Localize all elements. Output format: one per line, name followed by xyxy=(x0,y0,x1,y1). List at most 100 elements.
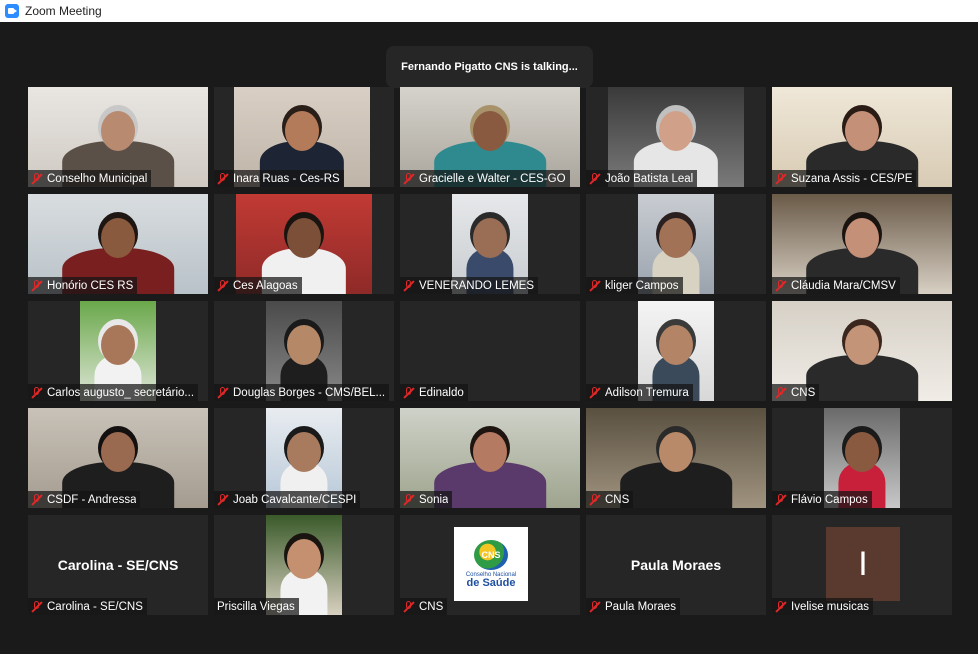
microphone-muted-icon xyxy=(217,386,229,399)
participant-nametag: Priscilla Viegas xyxy=(214,598,299,615)
participant-tile[interactable]: Douglas Borges - CMS/BEL... xyxy=(214,301,394,401)
participant-tile[interactable]: Paula Moraes Paula Moraes xyxy=(586,515,766,615)
microphone-muted-icon xyxy=(589,172,601,185)
participant-nametag: VENERANDO LEMES xyxy=(400,277,539,294)
participant-name: kliger Campos xyxy=(605,279,679,292)
participant-nametag: Sonia xyxy=(400,491,453,508)
participant-tile[interactable]: Adilson Tremura xyxy=(586,301,766,401)
participant-face xyxy=(287,325,321,365)
microphone-muted-icon xyxy=(403,493,415,506)
participant-nametag: Honório CES RS xyxy=(28,277,138,294)
microphone-muted-icon xyxy=(403,172,415,185)
participant-face xyxy=(845,325,879,365)
participant-tile[interactable]: CNS Conselho Nacional de Saúde CNS xyxy=(400,515,580,615)
microphone-muted-icon xyxy=(775,386,787,399)
participant-name: Joab Cavalcante/CESPI xyxy=(233,493,357,506)
participant-face xyxy=(101,432,135,472)
window-titlebar: Zoom Meeting xyxy=(0,0,978,23)
participant-face xyxy=(101,325,135,365)
microphone-muted-icon xyxy=(31,600,43,613)
participant-face xyxy=(473,111,507,151)
microphone-muted-icon xyxy=(589,600,601,613)
microphone-muted-icon xyxy=(775,600,787,613)
microphone-muted-icon xyxy=(31,279,43,292)
participant-name: Carolina - SE/CNS xyxy=(47,600,143,613)
participant-name: Adilson Tremura xyxy=(605,386,689,399)
participant-tile[interactable]: CNS xyxy=(772,301,952,401)
participant-tile[interactable]: Carlos augusto_ secretário... xyxy=(28,301,208,401)
participant-face xyxy=(473,432,507,472)
participant-face xyxy=(287,218,321,258)
participant-name: CNS xyxy=(419,600,444,613)
microphone-muted-icon xyxy=(775,279,787,292)
participant-name: CSDF - Andressa xyxy=(47,493,137,506)
participant-name: Honório CES RS xyxy=(47,279,134,292)
participant-tile[interactable]: Flávio Campos xyxy=(772,408,952,508)
participant-tile[interactable]: João Batista Leal xyxy=(586,87,766,187)
participant-tile[interactable]: Ces Alagoas xyxy=(214,194,394,294)
participant-nametag: Adilson Tremura xyxy=(586,384,693,401)
window-title: Zoom Meeting xyxy=(25,4,102,18)
participant-face xyxy=(473,218,507,258)
participant-tile[interactable]: VENERANDO LEMES xyxy=(400,194,580,294)
participant-name: Paula Moraes xyxy=(605,600,676,613)
participant-nametag: CNS xyxy=(400,598,448,615)
participant-face xyxy=(845,111,879,151)
participant-tile[interactable]: Cláudia Mara/CMSV xyxy=(772,194,952,294)
participant-face xyxy=(845,218,879,258)
participant-tile[interactable]: CNS xyxy=(586,408,766,508)
participant-tile[interactable]: I Ivelise musicas xyxy=(772,515,952,615)
microphone-muted-icon xyxy=(589,279,601,292)
microphone-muted-icon xyxy=(31,172,43,185)
participant-name: CNS xyxy=(605,493,630,506)
participant-nametag: Carlos augusto_ secretário... xyxy=(28,384,199,401)
microphone-muted-icon xyxy=(217,493,229,506)
participant-nametag: Suzana Assis - CES/PE xyxy=(772,170,917,187)
participant-nametag: Paula Moraes xyxy=(586,598,680,615)
participant-tile[interactable]: Joab Cavalcante/CESPI xyxy=(214,408,394,508)
participant-nametag: CNS xyxy=(772,384,820,401)
participant-name: Ces Alagoas xyxy=(233,279,298,292)
participant-nametag: Conselho Municipal xyxy=(28,170,152,187)
participant-tile[interactable]: Priscilla Viegas xyxy=(214,515,394,615)
participant-nametag: Inara Ruas - Ces-RS xyxy=(214,170,344,187)
microphone-muted-icon xyxy=(589,386,601,399)
participant-face xyxy=(101,218,135,258)
participant-nametag: Cláudia Mara/CMSV xyxy=(772,277,900,294)
microphone-muted-icon xyxy=(403,279,415,292)
participant-tile[interactable]: Sonia xyxy=(400,408,580,508)
cns-logo-line2: de Saúde xyxy=(466,576,516,589)
participant-tile[interactable]: Carolina - SE/CNS Carolina - SE/CNS xyxy=(28,515,208,615)
participant-name: CNS xyxy=(791,386,816,399)
participant-tile[interactable]: kliger Campos xyxy=(586,194,766,294)
participant-nametag: Edinaldo xyxy=(400,384,468,401)
participant-name: VENERANDO LEMES xyxy=(419,279,535,292)
participant-name: Gracielle e Walter - CES-GO xyxy=(419,172,566,185)
cns-logo: CNS Conselho Nacional de Saúde xyxy=(454,527,528,601)
participant-gallery: Conselho Municipal Inara Ruas - Ces-RS Gra… xyxy=(28,87,952,615)
participant-display-name: Carolina - SE/CNS xyxy=(57,557,179,573)
participant-tile[interactable]: Conselho Municipal xyxy=(28,87,208,187)
participant-name: Inara Ruas - Ces-RS xyxy=(233,172,340,185)
participant-name: Sonia xyxy=(419,493,449,506)
participant-tile[interactable]: Edinaldo xyxy=(400,301,580,401)
participant-face xyxy=(287,432,321,472)
participant-name: João Batista Leal xyxy=(605,172,694,185)
microphone-muted-icon xyxy=(589,493,601,506)
participant-tile[interactable]: Suzana Assis - CES/PE xyxy=(772,87,952,187)
participant-tile[interactable]: CSDF - Andressa xyxy=(28,408,208,508)
participant-nametag: Gracielle e Walter - CES-GO xyxy=(400,170,570,187)
participant-face xyxy=(659,325,693,365)
participant-name: Conselho Municipal xyxy=(47,172,148,185)
microphone-muted-icon xyxy=(775,172,787,185)
participant-tile[interactable]: Inara Ruas - Ces-RS xyxy=(214,87,394,187)
participant-nametag: Flávio Campos xyxy=(772,491,872,508)
participant-face xyxy=(845,432,879,472)
participant-name: Flávio Campos xyxy=(791,493,868,506)
avatar: I xyxy=(826,527,900,601)
microphone-muted-icon xyxy=(31,493,43,506)
participant-name: Cláudia Mara/CMSV xyxy=(791,279,896,292)
microphone-muted-icon xyxy=(775,493,787,506)
participant-tile[interactable]: Honório CES RS xyxy=(28,194,208,294)
participant-tile[interactable]: Gracielle e Walter - CES-GO xyxy=(400,87,580,187)
